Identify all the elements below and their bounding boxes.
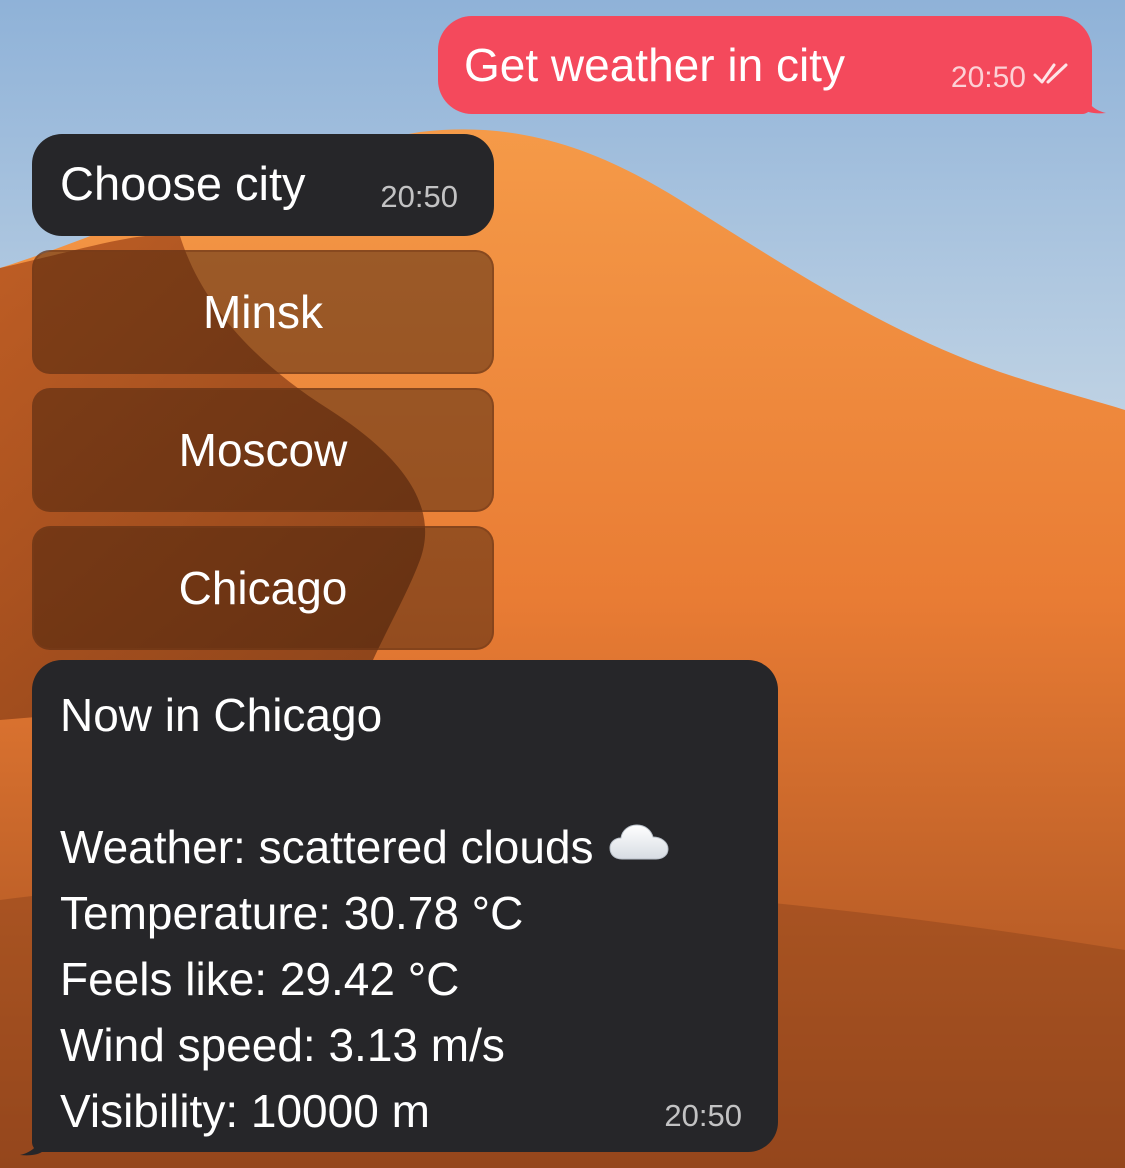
weather-title: Now in Chicago	[60, 689, 383, 741]
weather-message-text: Now in Chicago Weather: scattered clouds…	[60, 682, 670, 1144]
weather-condition: Weather: scattered clouds	[60, 821, 594, 873]
cloud-icon	[608, 814, 670, 880]
weather-condition-line: Weather: scattered clouds	[60, 814, 670, 880]
message-time: 20:50	[950, 61, 1026, 94]
incoming-message-bubble[interactable]: Choose city 20:50	[32, 134, 494, 236]
city-button-chicago[interactable]: Chicago	[32, 526, 494, 650]
incoming-bubble-tail	[20, 1128, 44, 1156]
city-button-moscow[interactable]: Moscow	[32, 388, 494, 512]
wind-speed-line: Wind speed: 3.13 m/s	[60, 1019, 505, 1071]
message-meta: 20:50	[951, 61, 1070, 95]
double-check-icon	[1032, 61, 1070, 95]
message-time: 20:50	[664, 1098, 742, 1133]
temperature-line: Temperature: 30.78 °C	[60, 887, 524, 939]
visibility-line: Visibility: 10000 m	[60, 1085, 430, 1137]
outgoing-bubble-tail	[1082, 86, 1106, 114]
city-button-minsk[interactable]: Minsk	[32, 250, 494, 374]
message-text: Choose city	[60, 157, 306, 210]
outgoing-message-bubble[interactable]: Get weather in city 20:50	[438, 16, 1092, 114]
message-text: Get weather in city	[464, 39, 845, 91]
weather-message-bubble[interactable]: Now in Chicago Weather: scattered clouds…	[32, 660, 778, 1152]
feels-like-line: Feels like: 29.42 °C	[60, 953, 460, 1005]
message-time: 20:50	[380, 179, 458, 214]
